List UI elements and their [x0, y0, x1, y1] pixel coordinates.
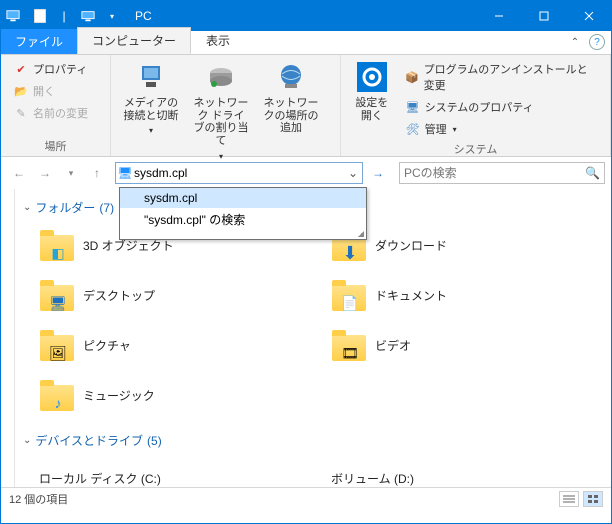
uninstall-button[interactable]: 📦プログラムのアンインストールと変更	[401, 59, 602, 95]
ribbon-group-network: メディアの接続と切断▾ ネットワーク ドライブの割り当て▾ ネットワークの場所の…	[111, 55, 341, 156]
autocomplete-resize[interactable]	[120, 231, 366, 239]
ribbon-collapse-icon[interactable]: ⌃	[567, 34, 583, 50]
quick-access-toolbar: | ▾	[29, 5, 123, 27]
pc-icon	[5, 8, 21, 24]
media-connect-button[interactable]: メディアの接続と切断▾	[119, 59, 183, 163]
section-drives[interactable]: ⌄ デバイスとドライブ (5)	[23, 432, 603, 449]
manage-button[interactable]: 🛠管理▾	[401, 119, 602, 139]
ribbon-group-system: 設定を開く 📦プログラムのアンインストールと変更 🖥システムのプロパティ 🛠管理…	[341, 55, 611, 156]
settings-gear-icon	[356, 61, 388, 93]
chevron-down-icon: ⌄	[23, 435, 31, 446]
music-note-icon: ♪	[48, 393, 68, 413]
go-button[interactable]: →	[367, 162, 389, 184]
maximize-button[interactable]	[521, 1, 566, 31]
open-settings-button[interactable]: 設定を開く	[349, 59, 395, 139]
section-title: フォルダー	[35, 199, 95, 216]
ribbon-tabs: ファイル コンピューター 表示 ⌃ ?	[1, 31, 611, 55]
folder-videos[interactable]: 🎞 ビデオ	[331, 324, 603, 366]
globe-icon	[275, 61, 307, 93]
autocomplete-item[interactable]: sysdm.cpl	[120, 188, 366, 208]
nav-pane-gutter[interactable]	[1, 189, 15, 487]
open-button: 📂開く	[9, 81, 92, 101]
search-icon[interactable]: 🔍	[585, 166, 600, 180]
tab-computer[interactable]: コンピューター	[77, 27, 191, 54]
chevron-down-icon: ⌄	[23, 202, 31, 213]
document-icon: 📄	[340, 293, 360, 313]
group-label-places: 場所	[9, 136, 102, 154]
section-count: (5)	[147, 434, 162, 448]
media-icon	[135, 61, 167, 93]
section-title: デバイスとドライブ	[35, 432, 143, 449]
properties-button[interactable]: ✔プロパティ	[9, 59, 92, 79]
qat-dropdown[interactable]: ▾	[101, 5, 123, 27]
folder-downloads[interactable]: ⬇ ダウンロード	[331, 224, 603, 266]
back-button[interactable]: ←	[7, 161, 31, 185]
ribbon: ✔プロパティ 📂開く ✎名前の変更 場所 メディアの接続と切断▾ ネットワーク …	[1, 55, 611, 157]
map-drive-button[interactable]: ネットワーク ドライブの割り当て▾	[189, 59, 253, 163]
address-dropdown-icon[interactable]: ⌄	[344, 166, 362, 180]
group-label-system: システム	[349, 139, 602, 157]
minimize-button[interactable]	[476, 1, 521, 31]
icons-view-button[interactable]	[583, 491, 603, 507]
qat-divider: |	[53, 5, 75, 27]
address-input[interactable]	[134, 166, 344, 180]
navbar: ← → ▾ ↑ 🖥 ⌄ → 🔍 sysdm.cpl "sysdm.cpl" の検…	[1, 157, 611, 189]
system-properties-button[interactable]: 🖥システムのプロパティ	[401, 97, 602, 117]
folders-grid: ◧ 3D オブジェクト ⬇ ダウンロード 🖥 デスクトップ 📄 ドキュメント 🖼…	[39, 224, 603, 416]
download-arrow-icon: ⬇	[340, 243, 360, 263]
qat-computer-icon[interactable]	[77, 5, 99, 27]
cube-icon: ◧	[48, 243, 68, 263]
drive-c[interactable]: ローカル ディスク (C:)	[39, 457, 311, 487]
folder-music[interactable]: ♪ ミュージック	[39, 374, 311, 416]
autocomplete-item[interactable]: "sysdm.cpl" の検索	[120, 208, 366, 231]
address-autocomplete: sysdm.cpl "sysdm.cpl" の検索	[119, 187, 367, 240]
close-button[interactable]	[566, 1, 611, 31]
item-count: 12 個の項目	[9, 491, 68, 507]
folder-pictures[interactable]: 🖼 ピクチャ	[39, 324, 311, 366]
up-button[interactable]: ↑	[85, 161, 109, 185]
monitor-icon: 🖥	[405, 99, 421, 115]
qat-file-icon[interactable]	[29, 5, 51, 27]
folder-desktop[interactable]: 🖥 デスクトップ	[39, 274, 311, 316]
rename-icon: ✎	[13, 105, 29, 121]
address-bar[interactable]: 🖥 ⌄	[115, 162, 363, 184]
recent-dropdown[interactable]: ▾	[59, 161, 83, 185]
desktop-icon: 🖥	[48, 293, 68, 313]
search-input[interactable]	[404, 166, 585, 180]
film-icon: 🎞	[340, 343, 360, 363]
picture-icon: 🖼	[48, 343, 68, 363]
details-view-button[interactable]	[559, 491, 579, 507]
status-bar: 12 個の項目	[1, 487, 611, 509]
add-location-button[interactable]: ネットワークの場所の追加	[259, 59, 323, 163]
search-box[interactable]: 🔍	[399, 162, 605, 184]
window-title: PC	[135, 9, 152, 23]
section-count: (7)	[99, 201, 114, 215]
tab-view[interactable]: 表示	[191, 27, 245, 54]
pc-address-icon: 🖥	[116, 166, 134, 180]
open-icon: 📂	[13, 83, 29, 99]
checkmark-icon: ✔	[13, 61, 29, 77]
help-icon[interactable]: ?	[589, 34, 605, 50]
manage-icon: 🛠	[405, 121, 421, 137]
rename-button: ✎名前の変更	[9, 103, 92, 123]
box-icon: 📦	[405, 69, 420, 85]
folder-documents[interactable]: 📄 ドキュメント	[331, 274, 603, 316]
ribbon-group-places: ✔プロパティ 📂開く ✎名前の変更 場所	[1, 55, 111, 156]
tab-file[interactable]: ファイル	[1, 29, 77, 54]
drives-grid: ローカル ディスク (C:) ボリューム (D:)	[39, 457, 603, 487]
drive-icon	[205, 61, 237, 93]
forward-button[interactable]: →	[33, 161, 57, 185]
drive-d[interactable]: ボリューム (D:)	[331, 457, 603, 487]
